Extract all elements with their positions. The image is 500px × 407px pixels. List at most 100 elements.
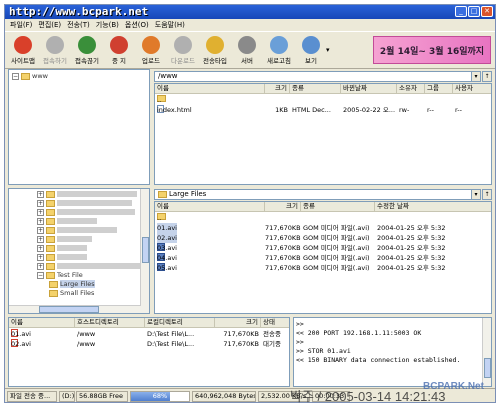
column-type[interactable]: 종류: [290, 84, 341, 94]
tree-item-test-file[interactable]: − Test File: [37, 271, 83, 280]
menu-functions[interactable]: 기능(B): [96, 20, 119, 30]
column-local-dir[interactable]: 로컬디렉토리: [145, 318, 215, 328]
view-dropdown-icon[interactable]: ▾: [326, 46, 330, 54]
minimize-button[interactable]: _: [455, 6, 467, 17]
status-text: 파일 전송 중...: [7, 391, 57, 402]
sitemap-button[interactable]: 사이트맵: [8, 34, 38, 68]
bytes-transferred: 640,962,048 Bytes: [192, 391, 256, 402]
sitemap-icon: [14, 36, 32, 54]
local-path-field[interactable]: Large Files: [154, 189, 479, 200]
title-bar[interactable]: http://www.bcpark.net _ □ ✕: [5, 5, 495, 19]
menu-options[interactable]: 옵션(O): [125, 20, 149, 30]
server-button[interactable]: 서버: [232, 34, 262, 68]
tree-item[interactable]: +: [37, 262, 147, 271]
column-size[interactable]: 크기: [215, 318, 261, 328]
tree-item[interactable]: +: [37, 235, 92, 244]
folder-icon: [21, 72, 30, 80]
folder-icon: [49, 289, 58, 297]
menu-help[interactable]: 도움말(H): [155, 20, 185, 30]
tree-item[interactable]: +: [37, 253, 87, 262]
local-file-list: 이름 크기 종류 수정한 날짜 .. 01.avi 717,670KB GOM …: [154, 201, 492, 314]
local-tree-hscrollbar[interactable]: [9, 305, 141, 313]
collapse-icon[interactable]: −: [12, 72, 19, 80]
server-icon: [238, 36, 256, 54]
column-name[interactable]: 이름: [155, 202, 265, 212]
chevron-down-icon[interactable]: ▾: [471, 71, 481, 82]
log-scrollbar[interactable]: [482, 318, 491, 386]
view-icon: [302, 36, 320, 54]
tree-item[interactable]: +: [37, 208, 135, 217]
download-button[interactable]: 다운로드: [168, 34, 198, 68]
table-row[interactable]: 02.avi 717,670KB GOM 미디어 파일(.avi) 2004-0…: [155, 233, 491, 243]
remote-tree-root[interactable]: − www: [12, 72, 48, 81]
menu-bar: 파일(F) 편집(E) 전송(T) 기능(B) 옵션(O) 도움말(H): [5, 19, 495, 31]
upload-button[interactable]: 업로드: [136, 34, 166, 68]
upload-icon: [142, 36, 160, 54]
remote-list-header: 이름 크기 종류 바뀐날짜 소유자 그룹 사용자: [155, 84, 491, 94]
local-list-header: 이름 크기 종류 수정한 날짜: [155, 202, 491, 212]
queue-row[interactable]: 01.avi /www D:\Test File\L... 717,670KB …: [9, 329, 289, 339]
view-button[interactable]: 보기: [296, 34, 326, 68]
column-name[interactable]: 이름: [9, 318, 75, 328]
folder-up-icon[interactable]: ↑: [482, 71, 492, 82]
promo-banner[interactable]: 2월 14일~ 3월 16일까지: [373, 36, 491, 64]
tree-item[interactable]: +: [37, 190, 137, 199]
stop-button[interactable]: 중 지: [104, 34, 134, 68]
column-modified[interactable]: 바뀐날짜: [341, 84, 397, 94]
column-owner[interactable]: 소유자: [397, 84, 425, 94]
drive-label: (D:): [59, 391, 75, 402]
remote-file-list: 이름 크기 종류 바뀐날짜 소유자 그룹 사용자 .. index.html 1…: [154, 83, 492, 185]
table-row[interactable]: 01.avi 717,670KB GOM 미디어 파일(.avi) 2004-0…: [155, 223, 491, 233]
column-modified[interactable]: 수정한 날짜: [375, 202, 491, 212]
remote-path-field[interactable]: /www: [154, 71, 479, 82]
table-row[interactable]: 05.avi 717,670KB GOM 미디어 파일(.avi) 2004-0…: [155, 263, 491, 273]
column-size[interactable]: 크기: [265, 202, 301, 212]
menu-file[interactable]: 파일(F): [10, 20, 32, 30]
folder-up-icon[interactable]: ↑: [482, 189, 492, 200]
tree-item[interactable]: +: [37, 244, 87, 253]
remote-tree-pane: − www: [8, 69, 150, 185]
queue-header: 이름 호스트디렉토리 로컬디렉토리 크기 상태: [9, 318, 289, 328]
maximize-button[interactable]: □: [468, 6, 480, 17]
download-icon: [174, 36, 192, 54]
menu-edit[interactable]: 편집(E): [38, 20, 61, 30]
free-space: 56.88GB Free: [76, 391, 128, 402]
tree-item[interactable]: +: [37, 199, 132, 208]
column-type[interactable]: 종류: [301, 202, 375, 212]
tree-item[interactable]: +: [37, 226, 117, 235]
local-tree-pane: + + + + + + + + + − Test File Large Files…: [8, 188, 150, 314]
close-button[interactable]: ✕: [481, 6, 493, 17]
disconnect-button[interactable]: 접속끊기: [72, 34, 102, 68]
table-row[interactable]: ..: [155, 213, 491, 223]
column-host-dir[interactable]: 호스트디렉토리: [75, 318, 145, 328]
table-row[interactable]: 04.avi 717,670KB GOM 미디어 파일(.avi) 2004-0…: [155, 253, 491, 263]
toolbar: 사이트맵 접속하기 접속끊기 중 지 업로드 다운로드 전송타입 서버 새로고침…: [5, 31, 495, 69]
table-row[interactable]: ..: [155, 95, 491, 105]
table-row[interactable]: 03.avi 717,670KB GOM 미디어 파일(.avi) 2004-0…: [155, 243, 491, 253]
tree-item[interactable]: +: [37, 217, 97, 226]
transfer-type-button[interactable]: 전송타입: [200, 34, 230, 68]
menu-transfer[interactable]: 전송(T): [67, 20, 90, 30]
column-group[interactable]: 그룹: [425, 84, 453, 94]
connect-button[interactable]: 접속하기: [40, 34, 70, 68]
watermark-text: 박주 / 2005-03-14 14:21:43: [290, 389, 446, 404]
table-row[interactable]: index.html 1KB HTML Dec... 2005-02-22 오.…: [155, 105, 491, 115]
transfer-progress: 68%: [130, 391, 190, 402]
disconnect-icon: [78, 36, 96, 54]
column-size[interactable]: 크기: [265, 84, 290, 94]
refresh-icon: [270, 36, 288, 54]
tree-item-small-files[interactable]: Small Files: [49, 289, 94, 298]
column-name[interactable]: 이름: [155, 84, 265, 94]
folder-icon: [158, 190, 167, 198]
connect-icon: [46, 36, 64, 54]
local-tree-scrollbar[interactable]: [140, 189, 149, 313]
tree-item-large-files[interactable]: Large Files: [49, 280, 95, 289]
column-user[interactable]: 사용자: [453, 84, 491, 94]
app-window: http://www.bcpark.net _ □ ✕ 파일(F) 편집(E) …: [4, 4, 496, 403]
queue-row[interactable]: 02.avi /www D:\Test File\L... 717,670KB …: [9, 339, 289, 349]
transfer-type-icon: [206, 36, 224, 54]
column-status[interactable]: 상태: [261, 318, 289, 328]
refresh-button[interactable]: 새로고침: [264, 34, 294, 68]
chevron-down-icon[interactable]: ▾: [471, 189, 481, 200]
